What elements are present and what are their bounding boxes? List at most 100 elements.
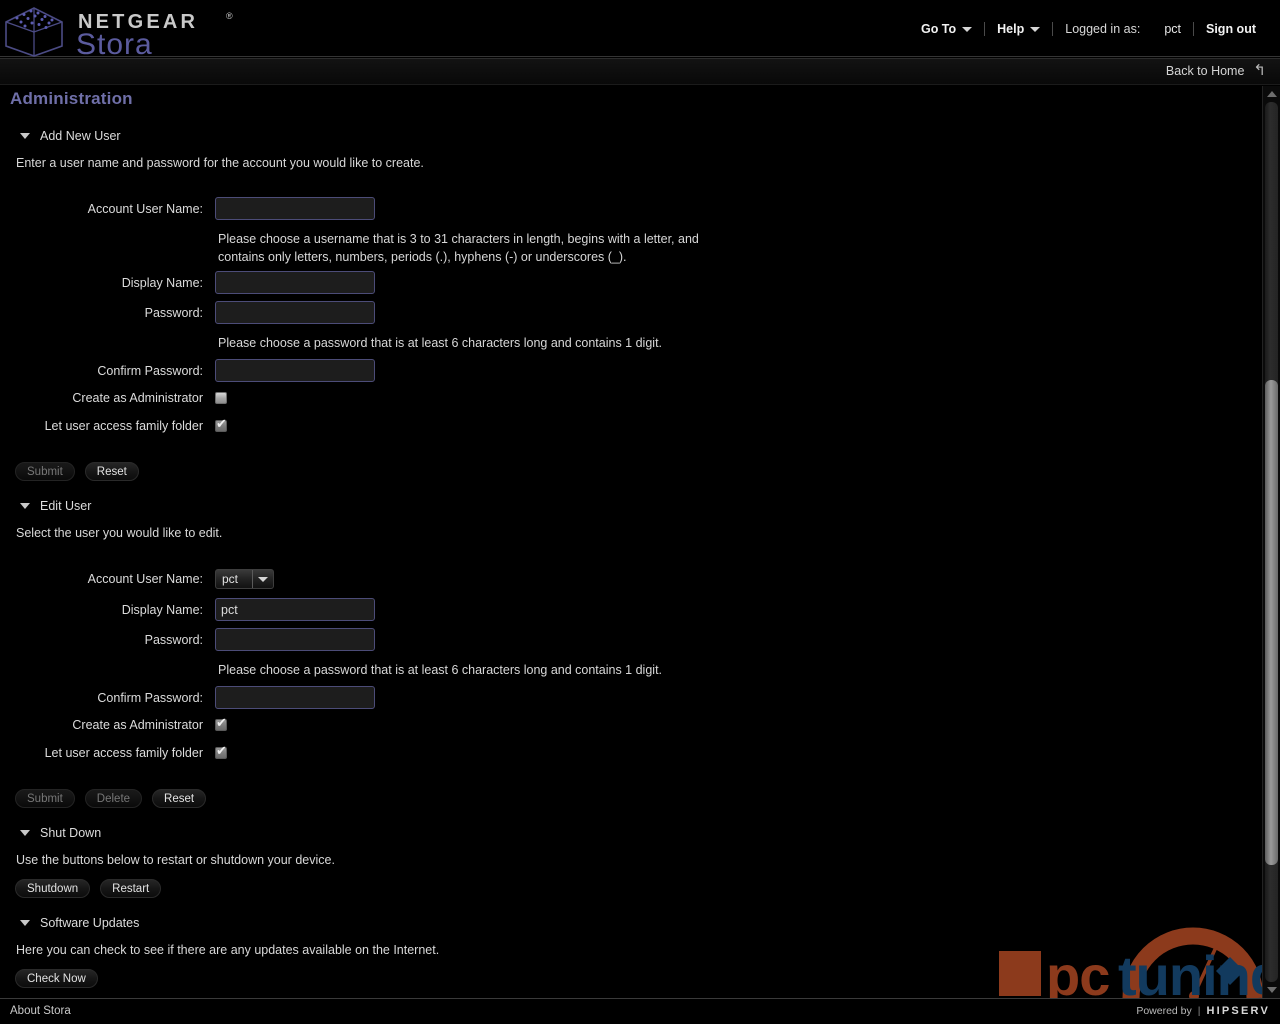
- main-content: Administration Add New User Enter a user…: [0, 86, 1262, 998]
- brand-stora-text: Stora: [76, 28, 153, 58]
- logged-in-as: Logged in as:: [1053, 20, 1152, 38]
- logged-in-user-value: pct: [1164, 22, 1181, 36]
- field-row-edit-password: Password:: [15, 628, 375, 651]
- netgear-stora-logo[interactable]: NETGEAR ® Stora: [0, 2, 240, 58]
- scroll-up-button[interactable]: [1263, 86, 1280, 102]
- nav-help-label: Help: [997, 22, 1025, 36]
- edit-user-buttons: Submit Delete Reset: [15, 789, 207, 808]
- field-row-edit-create-admin: Create as Administrator: [15, 716, 227, 732]
- edit-account-user-name-value: pct: [222, 572, 239, 586]
- collapse-triangle-icon: [20, 920, 30, 926]
- label-edit-create-as-administrator: Create as Administrator: [72, 718, 203, 732]
- section-title-add-new-user: Add New User: [40, 129, 121, 143]
- edit-family-folder-checkbox[interactable]: [215, 744, 227, 759]
- section-title-edit-user: Edit User: [40, 499, 92, 513]
- label-create-as-administrator: Create as Administrator: [72, 391, 203, 405]
- hipserv-logo-text: HIPSERV: [1206, 1005, 1270, 1017]
- field-row-edit-confirm-password: Confirm Password:: [15, 686, 375, 709]
- logged-in-username[interactable]: pct: [1152, 20, 1193, 38]
- field-row-create-admin: Create as Administrator: [15, 391, 227, 405]
- footer-bar: About Stora Powered by | HIPSERV: [0, 998, 1280, 1024]
- back-arrow-icon: ↰: [1253, 62, 1266, 79]
- add-new-user-buttons: Submit Reset: [15, 462, 139, 481]
- header-nav: Go To Help Logged in as: pct Sign out: [909, 19, 1268, 39]
- section-header-add-new-user[interactable]: Add New User: [20, 129, 121, 143]
- field-row-confirm-password: Confirm Password:: [15, 359, 375, 382]
- field-row-account-user-name: Account User Name:: [15, 197, 375, 220]
- vertical-scrollbar[interactable]: [1262, 86, 1280, 998]
- edit-user-delete-button[interactable]: Delete: [84, 789, 143, 808]
- cube-icon: [5, 7, 63, 57]
- section-description-shut-down: Use the buttons below to restart or shut…: [16, 853, 335, 867]
- collapse-triangle-icon: [20, 830, 30, 836]
- triangle-down-icon: [1266, 987, 1277, 993]
- field-row-display-name: Display Name:: [15, 271, 375, 294]
- edit-display-name-input[interactable]: [215, 598, 375, 621]
- label-edit-display-name: Display Name:: [121, 602, 203, 617]
- add-user-submit-button[interactable]: Submit: [15, 462, 75, 481]
- hint-edit-password-rules: Please choose a password that is at leas…: [218, 663, 663, 677]
- label-edit-family-folder: Let user access family folder: [44, 746, 203, 760]
- brand-registered-mark: ®: [226, 11, 233, 21]
- field-row-family-folder: Let user access family folder: [15, 417, 227, 433]
- section-header-edit-user[interactable]: Edit User: [20, 499, 91, 513]
- section-title-software-updates: Software Updates: [40, 916, 140, 930]
- collapse-triangle-icon: [20, 503, 30, 509]
- scroll-down-button[interactable]: [1263, 982, 1280, 998]
- powered-by-label: Powered by: [1136, 1005, 1192, 1017]
- edit-password-input[interactable]: [215, 628, 375, 651]
- section-header-shut-down[interactable]: Shut Down: [20, 826, 101, 840]
- nav-goto[interactable]: Go To: [909, 20, 984, 38]
- back-to-home-bar: Back to Home ↰: [0, 58, 1280, 85]
- field-row-edit-display-name: Display Name:: [15, 598, 375, 621]
- account-user-name-input[interactable]: [215, 197, 375, 220]
- section-title-shut-down: Shut Down: [40, 826, 102, 840]
- triangle-up-icon: [1266, 91, 1277, 97]
- page-title: Administration: [10, 89, 133, 108]
- sign-out-label: Sign out: [1206, 22, 1256, 36]
- section-header-software-updates[interactable]: Software Updates: [20, 916, 139, 930]
- label-account-user-name: Account User Name:: [87, 201, 203, 216]
- create-as-administrator-checkbox[interactable]: [215, 392, 227, 404]
- nav-help[interactable]: Help: [985, 20, 1052, 38]
- top-header-bar: NETGEAR ® Stora Go To Help Logged in as:…: [0, 0, 1280, 58]
- logo-svg: NETGEAR ® Stora: [5, 7, 233, 58]
- field-row-password: Password:: [15, 301, 375, 324]
- field-row-edit-account-user-name: Account User Name: pct: [15, 569, 274, 589]
- sign-out-link[interactable]: Sign out: [1194, 20, 1268, 38]
- confirm-password-input[interactable]: [215, 359, 375, 382]
- label-family-folder: Let user access family folder: [44, 419, 203, 433]
- edit-user-submit-button[interactable]: Submit: [15, 789, 75, 808]
- back-to-home-link[interactable]: Back to Home ↰: [1166, 63, 1266, 78]
- hint-password-rules: Please choose a password that is at leas…: [218, 336, 663, 350]
- label-password: Password:: [144, 305, 203, 320]
- edit-create-as-administrator-checkbox[interactable]: [215, 716, 227, 731]
- shut-down-buttons: Shutdown Restart: [15, 879, 162, 898]
- label-edit-account-user-name: Account User Name:: [87, 572, 203, 586]
- display-name-input[interactable]: [215, 271, 375, 294]
- section-description-edit-user: Select the user you would like to edit.: [16, 526, 223, 540]
- about-stora-link[interactable]: About Stora: [10, 1005, 71, 1017]
- label-edit-password: Password:: [144, 632, 203, 647]
- label-confirm-password: Confirm Password:: [97, 363, 203, 378]
- powered-by-separator: |: [1197, 1005, 1201, 1017]
- edit-confirm-password-input[interactable]: [215, 686, 375, 709]
- software-updates-buttons: Check Now: [15, 969, 98, 988]
- check-now-button[interactable]: Check Now: [15, 969, 98, 988]
- family-folder-checkbox[interactable]: [215, 417, 227, 432]
- section-description-software-updates: Here you can check to see if there are a…: [16, 943, 440, 957]
- hint-username-rules: Please choose a username that is 3 to 31…: [218, 232, 699, 264]
- edit-user-reset-button[interactable]: Reset: [152, 789, 207, 808]
- section-description-add-new-user: Enter a user name and password for the a…: [16, 156, 424, 170]
- scrollbar-thumb[interactable]: [1265, 380, 1278, 865]
- nav-goto-label: Go To: [920, 22, 957, 36]
- label-display-name: Display Name:: [121, 275, 203, 290]
- chevron-down-icon: [962, 26, 973, 32]
- add-user-reset-button[interactable]: Reset: [84, 462, 139, 481]
- edit-account-user-name-select[interactable]: pct: [215, 569, 274, 589]
- shutdown-button[interactable]: Shutdown: [15, 879, 91, 898]
- collapse-triangle-icon: [20, 133, 30, 139]
- restart-button[interactable]: Restart: [100, 879, 162, 898]
- password-input[interactable]: [215, 301, 375, 324]
- field-row-edit-family-folder: Let user access family folder: [15, 744, 227, 760]
